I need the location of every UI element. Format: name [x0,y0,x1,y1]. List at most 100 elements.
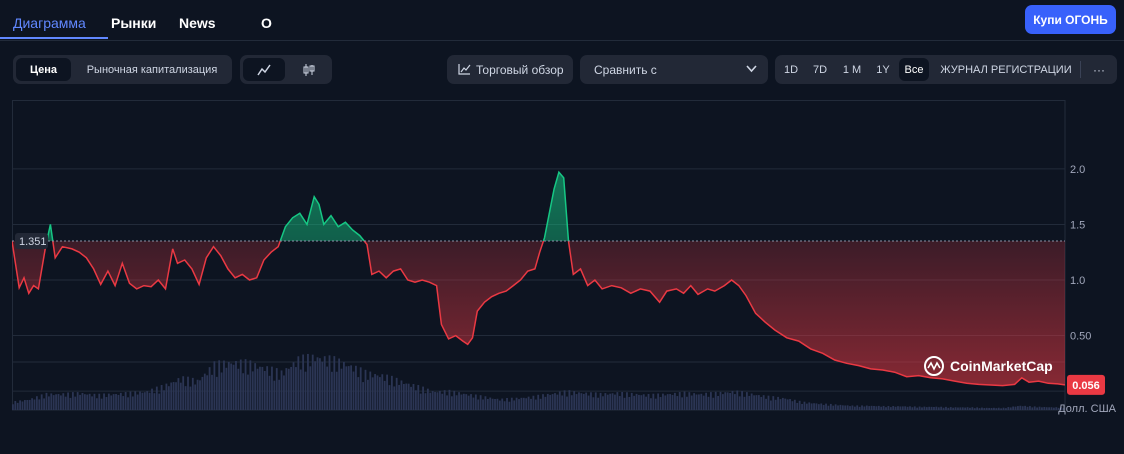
volume-bar [208,367,211,410]
volume-bar [793,399,796,410]
volume-bar [527,396,530,410]
volume-bar [748,395,751,410]
volume-bar [103,393,105,410]
volume-bar [369,371,372,410]
volume-bar [268,375,271,410]
range-1d[interactable]: 1D [778,58,804,81]
volume-bar [124,392,127,410]
volume-bar [215,376,218,410]
volume-bar [981,407,983,410]
volume-bar [474,394,477,410]
volume-bar [275,368,278,410]
line-chart-option[interactable] [243,58,285,81]
volume-bar [1021,406,1024,410]
volume-bar [784,398,787,410]
volume-bar [777,396,779,410]
volume-bar [232,364,235,410]
volume-bar [813,403,815,410]
metric-price-option[interactable]: Цена [16,58,71,81]
volume-bar [177,378,180,410]
range-1m[interactable]: 1 M [837,58,867,81]
volume-bar [1038,406,1041,410]
volume-bar [688,392,691,410]
volume-bar [455,395,458,410]
volume-bar [911,407,914,410]
tab-chart[interactable]: Диаграмма [13,15,86,31]
volume-bar [525,398,528,410]
volume-bar [378,377,381,410]
volume-bar [899,406,902,410]
volume-bar [513,400,516,410]
volume-bar [290,366,293,410]
volume-bar [798,400,801,410]
line-chart-icon [257,64,271,75]
volume-bar [686,396,688,410]
volume-bar [309,366,312,410]
candlestick-option[interactable] [288,58,330,81]
volume-bar [105,397,108,410]
x-tick-label: Feb '25 [853,419,889,420]
volume-bar [556,394,559,410]
volume-bar [990,407,993,410]
volume-bar [57,394,60,410]
volume-bar [657,393,660,410]
volume-bar [155,386,158,410]
volume-bar [537,394,540,410]
volume-bar [64,396,67,410]
volume-bar [107,393,110,410]
buy-button[interactable]: Купи ОГОНЬ [1025,5,1116,34]
metric-market-cap-option[interactable]: Рыночная капитализация [75,58,229,81]
x-axis: Mar '24 Apr '24 May '24 Jun '24 Jul '24 Aug '… [44,419,1029,420]
volume-bar [438,390,441,410]
reference-price-label: 1.351 [19,236,47,248]
volume-bar [808,402,811,410]
volume-bar [316,357,319,410]
volume-bar [544,396,547,410]
volume-bar [973,408,976,410]
log-scale-button[interactable]: ЖУРНАЛ РЕГИСТРАЦИИ [935,58,1077,81]
volume-bar [19,400,21,410]
compare-select[interactable]: Сравнить с [580,55,768,84]
range-1y[interactable]: 1Y [871,58,895,81]
tab-news[interactable]: News [179,15,216,31]
volume-bar [621,391,624,410]
volume-bar [314,361,317,410]
compare-placeholder: Сравнить с [594,62,657,77]
volume-bar [628,396,631,410]
volume-bar [479,395,482,410]
volume-bar [434,391,436,410]
volume-bar [810,403,813,410]
volume-bar [935,406,938,410]
volume-bar [983,408,986,410]
volume-bar [829,403,832,410]
volume-bar [822,404,825,410]
volume-bar [343,361,345,410]
volume-bar [616,392,619,410]
volume-bar [170,382,173,410]
tab-about[interactable]: О [261,15,272,31]
currency-label: Долл. США [1058,403,1116,415]
volume-bar [858,406,861,410]
volume-bar [1033,406,1036,410]
volume-bar [424,393,427,410]
volume-bar [606,394,609,410]
range-all[interactable]: Все [899,58,929,81]
range-7d[interactable]: 7D [807,58,833,81]
volume-bar [618,396,621,410]
volume-bar [882,405,885,410]
more-options-button[interactable]: ··· [1085,58,1113,81]
volume-bar [729,392,731,410]
price-chart[interactable]: 2.0 1.5 1.0 0.50 Долл. США Mar '24 Apr '24 May… [12,100,1124,420]
volume-bar [213,361,216,410]
volume-bar [1000,408,1003,410]
volume-bar [520,397,523,410]
volume-bar [942,407,945,410]
volume-bar [873,405,875,410]
volume-bar [856,405,859,410]
volume-bar [1017,406,1019,410]
volume-bar [119,392,122,410]
volume-bar [937,407,940,410]
trading-view-button[interactable]: Торговый обзор [447,55,573,84]
tab-markets[interactable]: Рынки [111,15,156,31]
volume-bar [146,391,149,410]
